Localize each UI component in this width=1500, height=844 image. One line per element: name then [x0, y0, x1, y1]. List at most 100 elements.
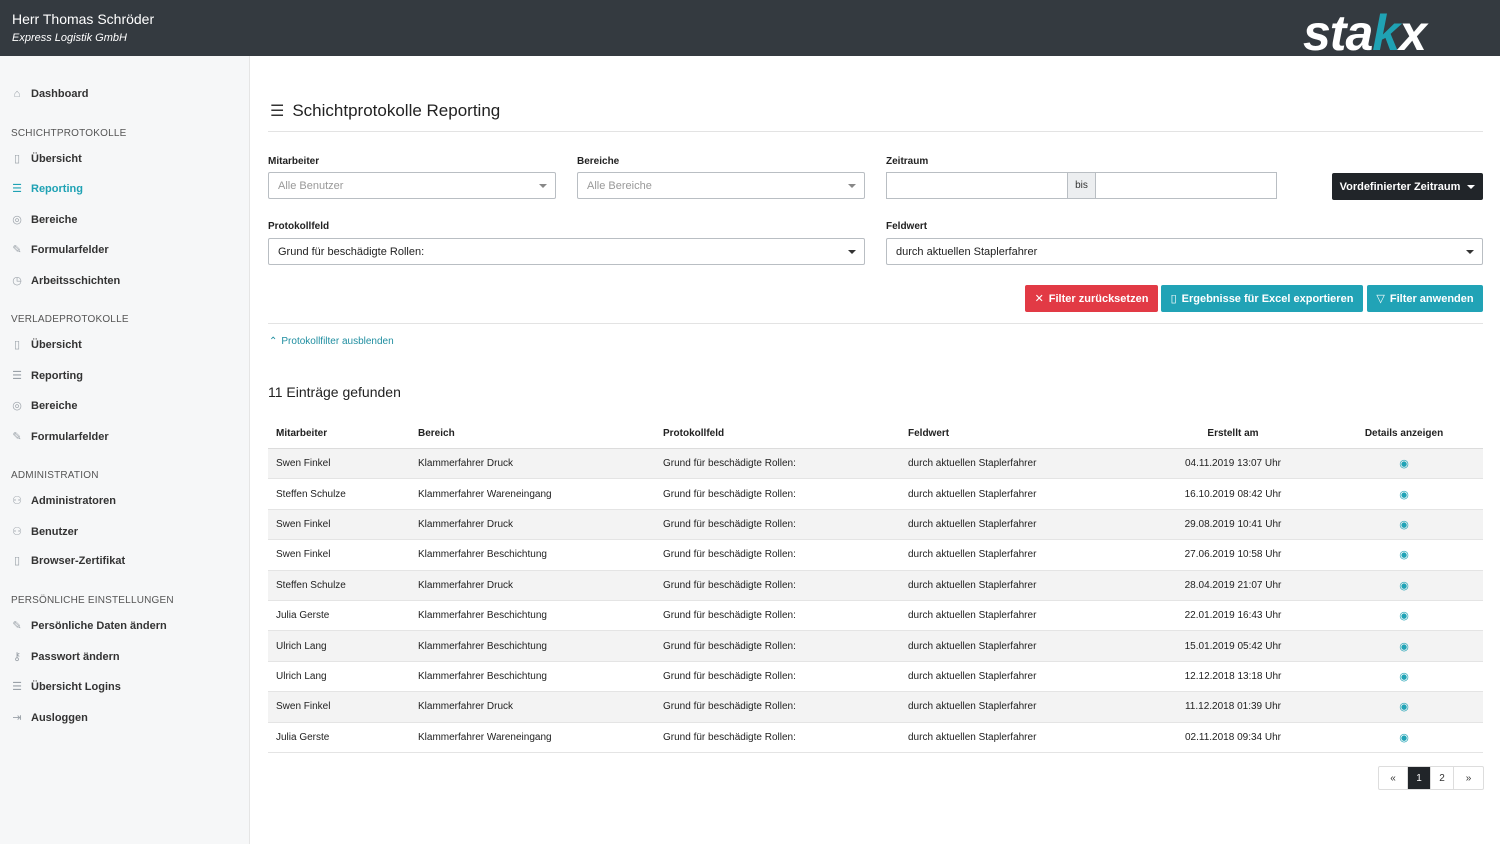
sidebar-item-verlade-uebersicht[interactable]: ▯ Übersicht — [11, 338, 82, 352]
page-title: ☰ Schichtprotokolle Reporting — [270, 101, 500, 121]
logo-part-sta: sta — [1303, 5, 1373, 61]
table-cell: ◉ — [1354, 510, 1454, 539]
protokollfeld-select[interactable]: Grund für beschädigte Rollen: — [268, 238, 865, 265]
sidebar-item-label: Übersicht — [31, 152, 82, 165]
table-cell: durch aktuellen Staplerfahrer — [908, 701, 1037, 713]
column-header[interactable]: Protokollfeld — [663, 419, 724, 448]
predefined-range-button[interactable]: Vordefinierter Zeitraum — [1332, 173, 1483, 200]
sidebar-item-label: Persönliche Daten ändern — [31, 619, 167, 632]
mitarbeiter-select[interactable]: Alle Benutzer — [268, 172, 556, 199]
eye-icon[interactable]: ◉ — [1399, 579, 1409, 592]
sidebar-item-label: Bereiche — [31, 399, 78, 412]
table-cell: Swen Finkel — [276, 549, 331, 561]
sidebar-item-arbeitsschichten[interactable]: ◷ Arbeitsschichten — [11, 274, 120, 288]
sidebar-item-dashboard[interactable]: ⌂ Dashboard — [11, 88, 89, 100]
document-icon: ▯ — [13, 339, 21, 351]
sidebar-item-label: Formularfelder — [31, 243, 109, 256]
pagination-next[interactable]: » — [1454, 767, 1483, 789]
column-header[interactable]: Mitarbeiter — [276, 419, 327, 448]
column-header[interactable]: Bereich — [418, 419, 455, 448]
eye-icon[interactable]: ◉ — [1399, 609, 1409, 622]
results-table: Mitarbeiter Bereich Protokollfeld Feldwe… — [268, 419, 1483, 753]
sidebar-item-label: Dashboard — [31, 88, 89, 100]
map-pin-icon: ◎ — [12, 214, 22, 226]
table-cell: Steffen Schulze — [276, 579, 346, 591]
sidebar-item-persoenliche-daten[interactable]: ✎ Persönliche Daten ändern — [11, 619, 167, 633]
apply-filter-label: Filter anwenden — [1389, 292, 1474, 305]
sidebar-item-schicht-uebersicht[interactable]: ▯ Übersicht — [11, 152, 82, 166]
sidebar-item-verlade-reporting[interactable]: ☰ Reporting — [11, 369, 83, 383]
users-icon: ⚇ — [12, 495, 22, 507]
sidebar-item-ausloggen[interactable]: ⇥ Ausloggen — [11, 711, 87, 725]
pagination-page[interactable]: 1 — [1408, 767, 1431, 789]
reset-filter-label: Filter zurücksetzen — [1048, 292, 1149, 305]
eye-icon[interactable]: ◉ — [1399, 670, 1409, 683]
table-cell: Grund für beschädigte Rollen: — [663, 670, 796, 682]
logo-part-x: x — [1399, 5, 1427, 61]
sidebar-item-label: Übersicht Logins — [31, 680, 121, 693]
column-header[interactable]: Feldwert — [908, 419, 949, 448]
pagination-page[interactable]: 2 — [1431, 767, 1454, 789]
table-cell: ◉ — [1354, 601, 1454, 630]
logo-part-k: k — [1372, 5, 1400, 61]
export-excel-label: Ergebnisse für Excel exportieren — [1181, 292, 1354, 305]
sidebar-item-browser-zertifikat[interactable]: ▯ Browser-Zertifikat — [11, 554, 125, 568]
table-cell: Klammerfahrer Druck — [418, 518, 514, 530]
table-cell: Grund für beschädigte Rollen: — [663, 458, 796, 470]
table-cell: durch aktuellen Staplerfahrer — [908, 518, 1037, 530]
sidebar-item-verlade-formularfelder[interactable]: ✎ Formularfelder — [11, 430, 109, 444]
sidebar-section-heading: VERLADEPROTOKOLLE — [11, 314, 129, 325]
eye-icon[interactable]: ◉ — [1399, 488, 1409, 501]
table-cell: Grund für beschädigte Rollen: — [663, 701, 796, 713]
reset-filter-button[interactable]: ✕ Filter zurücksetzen — [1025, 285, 1158, 312]
hide-filter-label: Protokollfilter ausblenden — [281, 336, 394, 347]
zeitraum-to-input[interactable] — [1095, 172, 1277, 199]
zeitraum-from-input[interactable] — [886, 172, 1068, 199]
column-header[interactable]: Erstellt am — [1173, 419, 1293, 448]
pagination-prev[interactable]: « — [1379, 767, 1408, 789]
table-cell: 27.06.2019 10:58 Uhr — [1184, 549, 1282, 561]
table-cell: Grund für beschädigte Rollen: — [663, 488, 796, 500]
table-cell: Klammerfahrer Beschichtung — [418, 610, 547, 622]
table-cell: Julia Gerste — [276, 731, 330, 743]
eye-icon[interactable]: ◉ — [1399, 640, 1409, 653]
sidebar-item-passwort[interactable]: ⚷ Passwort ändern — [11, 650, 120, 664]
sidebar-item-benutzer[interactable]: ⚇ Benutzer — [11, 525, 78, 539]
apply-filter-button[interactable]: ▽ Filter anwenden — [1367, 285, 1483, 312]
sidebar-item-logins[interactable]: ☰ Übersicht Logins — [11, 680, 121, 694]
divider — [268, 323, 1483, 324]
eye-icon[interactable]: ◉ — [1399, 700, 1409, 713]
sidebar-item-label: Formularfelder — [31, 430, 109, 443]
bereiche-select[interactable]: Alle Bereiche — [577, 172, 865, 199]
eye-icon[interactable]: ◉ — [1399, 518, 1409, 531]
eye-icon[interactable]: ◉ — [1399, 548, 1409, 561]
align-left-icon: ☰ — [270, 103, 285, 120]
predefined-range-label: Vordefinierter Zeitraum — [1339, 180, 1461, 193]
chevrons-up-icon: ⌃ — [269, 336, 278, 347]
sidebar-item-schicht-reporting[interactable]: ☰ Reporting — [11, 182, 83, 196]
filter-icon: ▽ — [1376, 293, 1385, 305]
sidebar-item-label: Administratoren — [31, 494, 116, 507]
table-cell: Grund für beschädigte Rollen: — [663, 518, 796, 530]
eye-icon[interactable]: ◉ — [1399, 457, 1409, 470]
table-cell: Julia Gerste — [276, 610, 330, 622]
table-cell: Grund für beschädigte Rollen: — [663, 579, 796, 591]
table-cell: 28.04.2019 21:07 Uhr — [1184, 579, 1282, 591]
feldwert-select[interactable]: durch aktuellen Staplerfahrer — [886, 238, 1483, 265]
table-cell: 16.10.2019 08:42 Uhr — [1184, 488, 1282, 500]
export-excel-button[interactable]: ▯ Ergebnisse für Excel exportieren — [1161, 285, 1363, 312]
sidebar-item-administratoren[interactable]: ⚇ Administratoren — [11, 494, 116, 508]
eye-icon[interactable]: ◉ — [1399, 731, 1409, 744]
edit-icon: ✎ — [12, 620, 22, 632]
sidebar-item-schicht-formularfelder[interactable]: ✎ Formularfelder — [11, 243, 109, 257]
sidebar-item-schicht-bereiche[interactable]: ◎ Bereiche — [11, 213, 77, 227]
align-left-icon: ☰ — [12, 370, 22, 382]
sidebar: ⌂ Dashboard SCHICHTPROTOKOLLE ▯ Übersicht … — [0, 56, 250, 844]
table-cell: durch aktuellen Staplerfahrer — [908, 610, 1037, 622]
sidebar-item-label: Reporting — [31, 369, 83, 382]
sidebar-item-verlade-bereiche[interactable]: ◎ Bereiche — [11, 399, 78, 413]
top-header: Herr Thomas Schröder Express Logistik Gm… — [0, 0, 1500, 61]
table-cell: ◉ — [1354, 540, 1454, 569]
stakx-logo[interactable]: stakx — [1303, 4, 1427, 62]
hide-filter-link[interactable]: ⌃ Protokollfilter ausblenden — [269, 336, 394, 347]
